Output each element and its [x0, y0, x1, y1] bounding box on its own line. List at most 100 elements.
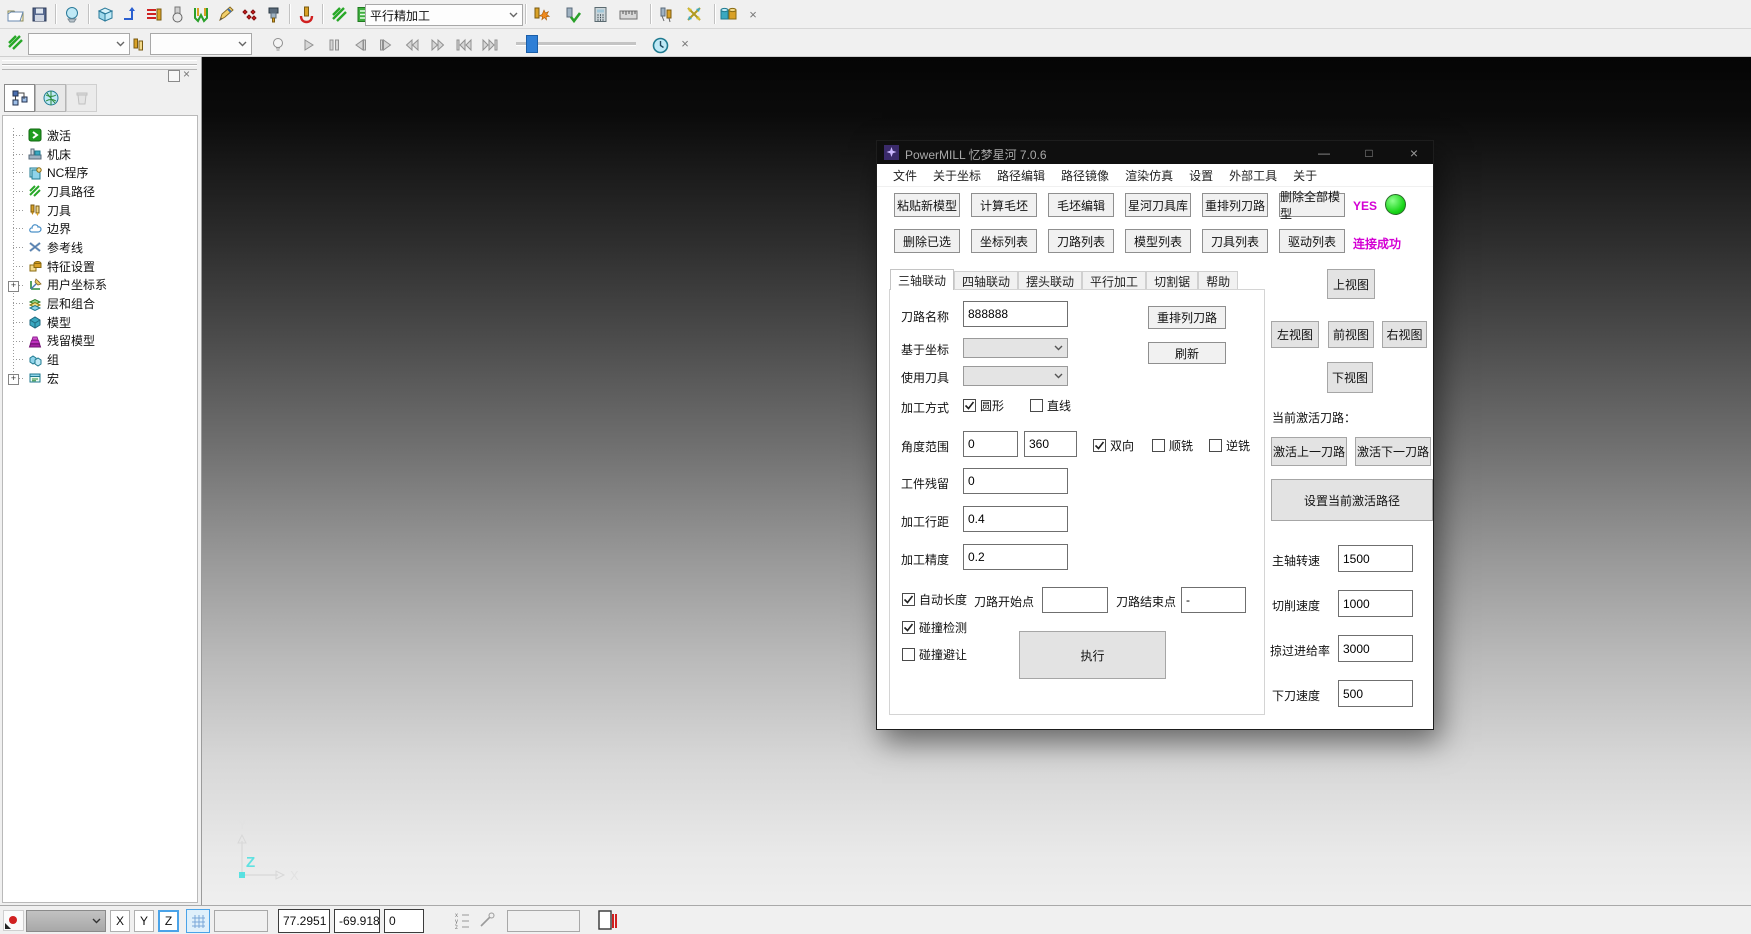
view-front-button[interactable]: 前视图	[1328, 321, 1374, 348]
dialog-title-bar[interactable]: PowerMILL 忆梦星河 7.0.6 — □ ×	[877, 141, 1433, 164]
tree-item-patterns[interactable]: 参考线	[3, 238, 197, 257]
ruler-icon[interactable]	[616, 2, 640, 26]
cylinders-icon[interactable]	[716, 2, 740, 26]
set-active-path-button[interactable]: 设置当前激活路径	[1271, 479, 1433, 521]
mode-circle-checkbox[interactable]	[963, 399, 976, 412]
tool-ball-icon[interactable]	[165, 2, 189, 26]
conventional-checkbox[interactable]	[1209, 439, 1222, 452]
measure-field[interactable]	[507, 910, 580, 932]
close-button[interactable]: ×	[1399, 141, 1429, 164]
tab-explorer-web[interactable]	[35, 84, 66, 112]
tab-4axis[interactable]: 四轴联动	[954, 271, 1018, 290]
open-project-icon[interactable]	[3, 2, 27, 26]
tool-pair-icon[interactable]	[654, 2, 678, 26]
probe-icon[interactable]	[478, 911, 496, 932]
clock-icon[interactable]	[648, 33, 672, 57]
block-edit-button[interactable]: 毛坯编辑	[1048, 193, 1114, 217]
rearrange-button[interactable]: 重排列刀路	[1148, 306, 1226, 329]
model-list-button[interactable]: 模型列表	[1125, 229, 1191, 253]
step-back-button[interactable]	[348, 33, 372, 57]
stepover-input[interactable]	[963, 506, 1068, 532]
delete-all-models-button[interactable]: 删除全部模型	[1279, 193, 1345, 217]
close-toolbar-button[interactable]: ×	[676, 34, 694, 52]
leads-links-icon[interactable]	[189, 2, 213, 26]
viewmill-icon[interactable]	[60, 2, 84, 26]
tree-item-feature-sets[interactable]: 特征设置	[3, 257, 197, 276]
menu-external-tools[interactable]: 外部工具	[1221, 167, 1285, 184]
grid-size-field[interactable]	[214, 910, 268, 932]
play-button[interactable]	[296, 33, 320, 57]
tab-saw[interactable]: 切割锯	[1146, 271, 1198, 290]
tree-item-macros[interactable]: +宏	[3, 369, 197, 388]
cutting-feed-input[interactable]	[1338, 590, 1413, 617]
expander-plus[interactable]: +	[8, 374, 19, 385]
pause-button[interactable]	[322, 33, 346, 57]
rewind-button[interactable]	[400, 33, 424, 57]
grid-toggle[interactable]	[186, 909, 210, 933]
tree-item-levels-sets[interactable]: 层和组合	[3, 294, 197, 313]
axis-y-toggle[interactable]: Y	[134, 910, 154, 932]
step-forward-button[interactable]	[374, 33, 398, 57]
coord-y-field[interactable]: -69.918	[334, 909, 380, 933]
view-bottom-button[interactable]: 下视图	[1327, 362, 1373, 393]
plunge-feed-input[interactable]	[1338, 680, 1413, 707]
use-tool-dropdown[interactable]	[963, 366, 1068, 386]
toolholder-icon[interactable]	[261, 2, 285, 26]
axis-x-toggle[interactable]: X	[110, 910, 130, 932]
collision-avoid-checkbox[interactable]	[902, 648, 915, 661]
calculator-icon[interactable]	[588, 2, 612, 26]
tab-parallel[interactable]: 平行加工	[1082, 271, 1146, 290]
execute-button[interactable]: 执行	[1019, 631, 1166, 679]
rearrange-toolpaths-button[interactable]: 重排列刀路	[1202, 193, 1268, 217]
tab-help[interactable]: 帮助	[1198, 271, 1238, 290]
menu-path-mirror[interactable]: 路径镜像	[1053, 167, 1117, 184]
sim-toolpath-dropdown[interactable]	[28, 33, 130, 55]
tree-item-tools[interactable]: 刀具	[3, 201, 197, 220]
activate-prev-button[interactable]: 激活上一刀路	[1271, 437, 1347, 466]
minimize-button[interactable]: —	[1309, 141, 1339, 164]
tool-library-button[interactable]: 星河刀具库	[1125, 193, 1191, 217]
speed-slider[interactable]	[516, 42, 636, 46]
maximize-button[interactable]: □	[1354, 141, 1384, 164]
coord-list-button[interactable]: 坐标列表	[971, 229, 1037, 253]
pattern-icon[interactable]	[237, 2, 261, 26]
tree-item-toolpaths[interactable]: 刀具路径	[3, 182, 197, 201]
paste-new-model-button[interactable]: 粘贴新模型	[894, 193, 960, 217]
save-project-icon[interactable]	[27, 2, 51, 26]
refresh-button[interactable]: 刷新	[1148, 342, 1226, 364]
delete-selected-button[interactable]: 删除已选	[894, 229, 960, 253]
collision-check-icon[interactable]	[294, 2, 318, 26]
tree-item-models[interactable]: 模型	[3, 313, 197, 332]
sim-tool-dropdown[interactable]	[150, 33, 252, 55]
xyz-list-icon[interactable]: xyz	[455, 911, 473, 932]
menu-path-edit[interactable]: 路径编辑	[989, 167, 1053, 184]
go-to-end-button[interactable]	[478, 33, 502, 57]
pick-filter-dropdown[interactable]	[26, 910, 106, 932]
stock-input[interactable]	[963, 468, 1068, 494]
panel-float-button[interactable]	[168, 70, 180, 82]
skim-feed-input[interactable]	[1338, 635, 1413, 662]
go-to-start-button[interactable]	[452, 33, 476, 57]
clipboard-icon[interactable]	[597, 909, 617, 934]
angle-from-input[interactable]	[963, 431, 1018, 457]
spindle-speed-input[interactable]	[1338, 545, 1413, 572]
menu-about[interactable]: 关于	[1285, 167, 1325, 184]
rapid-heights-icon[interactable]	[117, 2, 141, 26]
menu-file[interactable]: 文件	[885, 167, 925, 184]
collision-check-checkbox[interactable]	[902, 621, 915, 634]
tool-flash-icon[interactable]	[528, 2, 552, 26]
activate-next-button[interactable]: 激活下一刀路	[1355, 437, 1431, 466]
menu-settings[interactable]: 设置	[1181, 167, 1221, 184]
axis-z-toggle[interactable]: Z	[158, 910, 179, 932]
angle-to-input[interactable]	[1024, 431, 1077, 457]
tolerance-input[interactable]	[963, 544, 1068, 570]
view-top-button[interactable]: 上视图	[1327, 269, 1375, 299]
tree-item-machine-tool[interactable]: 机床	[3, 145, 197, 164]
climb-checkbox[interactable]	[1152, 439, 1165, 452]
tree-item-boundaries[interactable]: 边界	[3, 219, 197, 238]
end-point-input[interactable]	[1181, 587, 1246, 613]
tab-explorer-tree[interactable]	[4, 84, 35, 112]
tab-explorer-trash[interactable]	[66, 84, 97, 112]
tab-3axis[interactable]: 三轴联动	[890, 269, 954, 290]
compute-block-button[interactable]: 计算毛坯	[971, 193, 1037, 217]
